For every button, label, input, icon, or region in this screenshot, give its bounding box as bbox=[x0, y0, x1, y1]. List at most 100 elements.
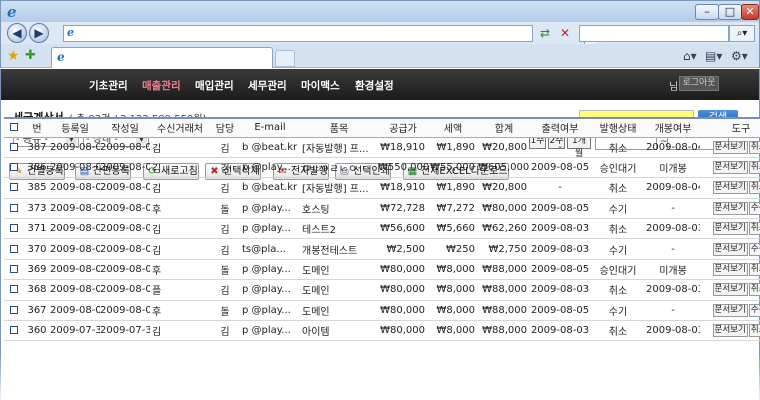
row-action-button[interactable]: 수정 bbox=[748, 303, 760, 317]
row-checkbox[interactable] bbox=[4, 259, 24, 281]
address-bar: ◀ ▶ e ▼ ⇄ ✕ ⌕▾ bbox=[0, 22, 760, 46]
table-row[interactable]: 3732009-08-042009-08-03후돌p @play...호스팅₩7… bbox=[4, 198, 760, 220]
new-tab-button[interactable] bbox=[275, 50, 295, 67]
col-header-client[interactable]: 수신거래처 bbox=[150, 117, 210, 138]
close-button[interactable]: ✕ bbox=[741, 4, 759, 20]
row-action-button[interactable]: 취소 bbox=[748, 283, 760, 297]
row-action-button[interactable]: 취소 bbox=[748, 161, 760, 175]
col-header-status[interactable]: 발행상태 bbox=[590, 117, 646, 138]
row-action-button[interactable]: 수정 bbox=[748, 201, 760, 215]
nav-item-basic[interactable]: 기초관리 bbox=[89, 78, 128, 93]
cell-status: 수기 bbox=[590, 238, 646, 260]
cell-item: 테스트2 bbox=[300, 218, 378, 240]
col-header-tax[interactable]: 세액 bbox=[428, 117, 478, 138]
browser-tab[interactable]: e bbox=[51, 47, 273, 68]
table-row[interactable]: 3602009-07-312009-07-31김김p @play...아이템₩8… bbox=[4, 320, 760, 342]
favorites-star-icon[interactable]: ★ bbox=[7, 48, 20, 64]
cell-status: 승인대기 bbox=[590, 259, 646, 281]
cell-tax: ₩55,000 bbox=[428, 157, 478, 179]
row-action-button[interactable]: 수정 bbox=[748, 242, 760, 256]
cell-tools: 문서보기취소 bbox=[700, 279, 760, 301]
view-document-button[interactable]: 문서보기 bbox=[712, 140, 748, 154]
table-row[interactable]: 3682009-08-032009-08-03플김p @play...도메인₩8… bbox=[4, 279, 760, 301]
cell-written: 2009-08-03 bbox=[100, 279, 150, 301]
cell-tools: 문서보기취소 bbox=[700, 157, 760, 179]
view-document-button[interactable]: 문서보기 bbox=[712, 181, 748, 195]
cell-tools: 문서보기수정 bbox=[700, 300, 760, 322]
table-row[interactable]: 3692009-08-032009-08-03후돌p @play...도메인₩8… bbox=[4, 259, 760, 281]
col-header-owner[interactable]: 담당 bbox=[210, 117, 240, 138]
cell-written: 2009-08-04 bbox=[100, 137, 150, 158]
cell-written: 2009-08-03 bbox=[100, 300, 150, 322]
row-action-button[interactable]: 취소 bbox=[748, 140, 760, 154]
cell-written: 2009-08-03 bbox=[100, 238, 150, 260]
col-header-item[interactable]: 품목 bbox=[300, 117, 378, 138]
nav-item-settings[interactable]: 환경설정 bbox=[355, 78, 394, 93]
page-menu-icon[interactable]: ▤▾ bbox=[705, 49, 722, 63]
cell-opened: - bbox=[646, 238, 700, 260]
table-row[interactable]: 3672009-08-032009-08-03후돌p @play...도메인₩8… bbox=[4, 300, 760, 322]
page-icon: e bbox=[67, 26, 74, 39]
row-action-button[interactable]: 취소 bbox=[748, 324, 760, 338]
row-checkbox[interactable] bbox=[4, 137, 24, 158]
nav-item-mymax[interactable]: 마이맥스 bbox=[301, 78, 340, 93]
row-checkbox[interactable] bbox=[4, 320, 24, 342]
home-icon[interactable]: ⌂▾ bbox=[683, 49, 697, 63]
view-document-button[interactable]: 문서보기 bbox=[712, 283, 748, 297]
col-header-supply[interactable]: 공급가 bbox=[378, 117, 428, 138]
row-checkbox[interactable] bbox=[4, 177, 24, 199]
back-arrow-icon[interactable]: ◀ bbox=[7, 23, 27, 43]
cell-owner: 김 bbox=[210, 320, 240, 342]
minimize-button[interactable]: – bbox=[695, 4, 719, 20]
col-header-opened[interactable]: 개봉여부 bbox=[646, 117, 700, 138]
add-favorites-icon[interactable]: ✚ bbox=[25, 48, 36, 63]
select-all-checkbox[interactable] bbox=[4, 117, 24, 138]
nav-item-sales[interactable]: 매출관리 bbox=[142, 78, 181, 93]
table-row[interactable]: 3702009-08-032009-08-03김김ts@pla...개봉전테스트… bbox=[4, 238, 760, 260]
tools-gear-icon[interactable]: ⚙▾ bbox=[731, 49, 748, 63]
refresh-icon[interactable]: ⇄ bbox=[537, 25, 553, 42]
view-document-button[interactable]: 문서보기 bbox=[712, 201, 748, 215]
url-input[interactable]: e ▼ bbox=[63, 25, 596, 46]
stop-icon[interactable]: ✕ bbox=[557, 25, 573, 42]
cell-email: p @play... bbox=[240, 157, 300, 179]
cell-printed: - bbox=[530, 177, 590, 199]
row-checkbox[interactable] bbox=[4, 218, 24, 240]
row-checkbox[interactable] bbox=[4, 157, 24, 179]
search-icon[interactable]: ⌕▾ bbox=[729, 25, 755, 42]
cell-email: p @play... bbox=[240, 320, 300, 342]
maximize-button[interactable]: □ bbox=[718, 4, 742, 20]
col-header-registered[interactable]: 등록일 bbox=[50, 117, 100, 138]
browser-search-input[interactable] bbox=[579, 25, 729, 42]
row-action-button[interactable]: 취소 bbox=[748, 263, 760, 277]
row-checkbox[interactable] bbox=[4, 198, 24, 220]
col-header-email[interactable]: E-mail bbox=[240, 117, 300, 138]
view-document-button[interactable]: 문서보기 bbox=[712, 222, 748, 236]
view-document-button[interactable]: 문서보기 bbox=[712, 303, 748, 317]
table-row[interactable]: 3852009-08-042009-08-04김김b @beat.kr[자동발행… bbox=[4, 177, 760, 199]
view-document-button[interactable]: 문서보기 bbox=[712, 242, 748, 256]
row-action-button[interactable]: 취소 bbox=[748, 181, 760, 195]
logout-button[interactable]: 로그아웃 bbox=[679, 76, 719, 91]
view-document-button[interactable]: 문서보기 bbox=[712, 263, 748, 277]
col-header-written[interactable]: 작성일 bbox=[100, 117, 150, 138]
table-row[interactable]: 3712009-08-032009-08-03김김p @play...테스트2₩… bbox=[4, 218, 760, 240]
row-checkbox[interactable] bbox=[4, 300, 24, 322]
col-header-total[interactable]: 합계 bbox=[478, 117, 530, 138]
cell-written: 2009-08-03 bbox=[100, 259, 150, 281]
table-row[interactable]: 3862009-08-042009-08-04김김p @play...ㅁㄴㅇㄹㄴ… bbox=[4, 157, 760, 179]
cell-total: ₩20,800 bbox=[478, 137, 530, 158]
row-action-button[interactable]: 취소 bbox=[748, 222, 760, 236]
nav-item-tax[interactable]: 세무관리 bbox=[248, 78, 287, 93]
row-checkbox[interactable] bbox=[4, 238, 24, 260]
forward-arrow-icon[interactable]: ▶ bbox=[29, 23, 49, 43]
table-row[interactable]: 3872009-08-042009-08-04김김b @beat.kr[자동발행… bbox=[4, 137, 760, 158]
cell-printed: 2009-08-03 bbox=[530, 279, 590, 301]
col-header-no[interactable]: 번 bbox=[24, 117, 50, 138]
nav-item-purchase[interactable]: 매입관리 bbox=[195, 78, 234, 93]
view-document-button[interactable]: 문서보기 bbox=[712, 161, 748, 175]
row-checkbox[interactable] bbox=[4, 279, 24, 301]
view-document-button[interactable]: 문서보기 bbox=[712, 324, 748, 338]
col-header-printed[interactable]: 출력여부 bbox=[530, 117, 590, 138]
cell-tools: 문서보기수정 bbox=[700, 198, 760, 220]
